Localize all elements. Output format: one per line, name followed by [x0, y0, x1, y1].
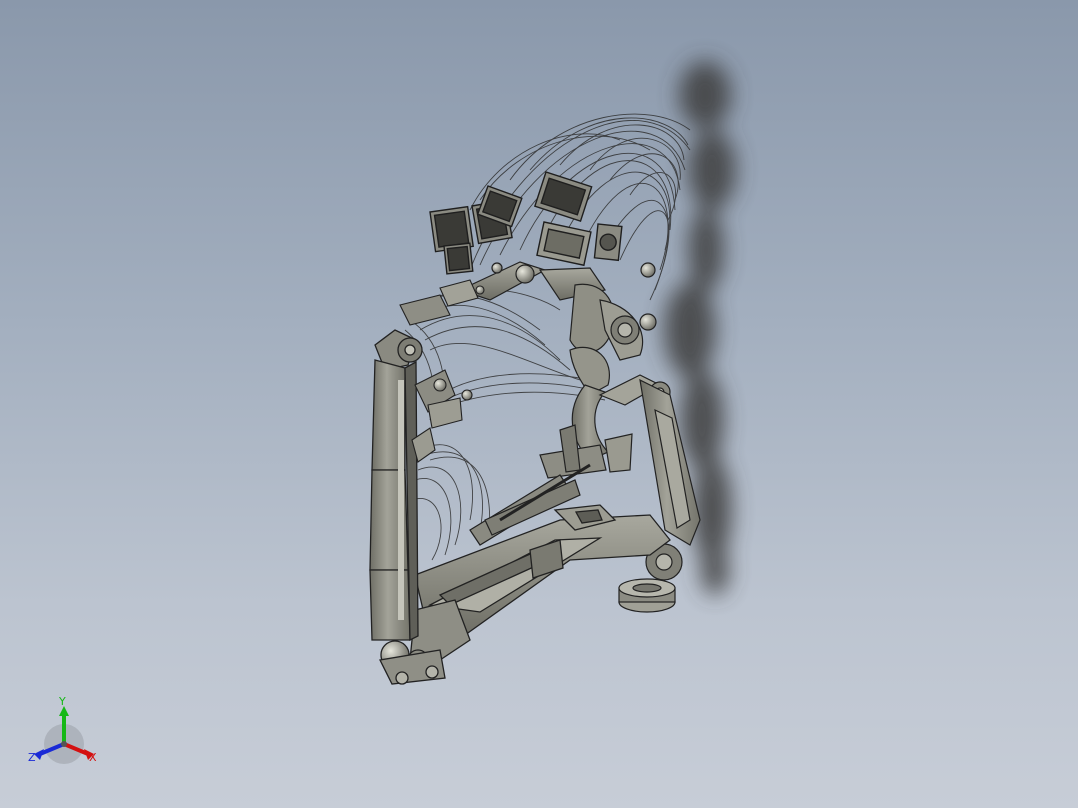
- triad-y-label: Y: [59, 695, 66, 708]
- model-canvas[interactable]: [0, 0, 1078, 808]
- display-cluster: [429, 171, 623, 275]
- triad-x-label: X: [89, 751, 97, 764]
- graphics-viewport[interactable]: Y X Z: [0, 0, 1078, 808]
- triad-z-label: Z: [28, 751, 36, 764]
- view-orientation-triad[interactable]: Y X Z: [24, 694, 104, 770]
- central-mechanism: [458, 261, 671, 546]
